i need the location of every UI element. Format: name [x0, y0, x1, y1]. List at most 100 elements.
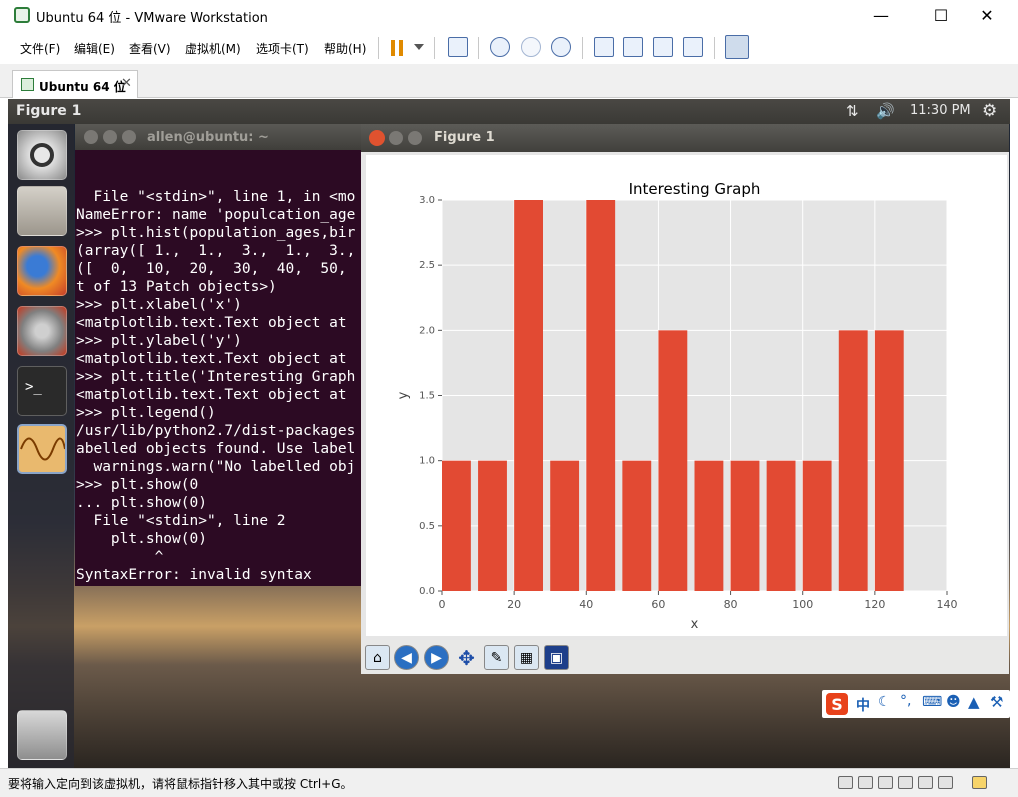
x-tick-label: 100: [792, 598, 813, 611]
terminal-line: >>> plt.show(0): [76, 584, 365, 586]
sound-card-icon[interactable]: [918, 776, 933, 789]
network-icon[interactable]: ⇅: [846, 102, 859, 120]
system-settings-icon[interactable]: [17, 306, 67, 356]
ubuntu-dash-icon[interactable]: [17, 130, 67, 180]
figure-toolbar: ⌂ ◀ ▶ ✥ ✎ ▦ ▣: [361, 640, 1009, 674]
snapshot-icon[interactable]: [490, 37, 510, 57]
back-icon[interactable]: ◀: [394, 645, 419, 670]
status-bar: 要将输入定向到该虚拟机，请将鼠标指针移入其中或按 Ctrl+G。: [0, 768, 1018, 797]
bar: [802, 460, 832, 591]
terminal-titlebar: allen@ubuntu: ~: [75, 124, 365, 150]
hard-disk-icon[interactable]: [838, 776, 853, 789]
minimize-button[interactable]: —: [858, 0, 904, 31]
terminal-line: File "<stdin>", line 2: [76, 513, 286, 529]
files-icon[interactable]: [17, 186, 67, 236]
firefox-icon[interactable]: [17, 246, 67, 296]
terminal-line: /usr/lib/python2.7/dist-packages: [76, 423, 356, 439]
x-tick-label: 140: [937, 598, 958, 611]
bar: [766, 460, 796, 591]
figure-window[interactable]: Figure 1 0 20 40 60 80 100 120 140 0.0 0.5 1.0 1.5 2…: [361, 124, 1009, 674]
vm-tab-bar: Ubuntu 64 位 ✕: [0, 64, 1018, 98]
wrench-icon[interactable]: ⚒: [990, 693, 1003, 711]
terminal-line: >>> plt.show(0: [76, 477, 199, 493]
cd-rom-icon[interactable]: [858, 776, 873, 789]
configure-subplots-icon[interactable]: ▦: [514, 645, 539, 670]
snapshot-manager-icon[interactable]: [551, 37, 571, 57]
terminal-line: abelled objects found. Use label: [76, 441, 356, 457]
gear-icon[interactable]: ⚙: [982, 101, 997, 121]
clock[interactable]: 11:30 PM: [910, 103, 971, 118]
skin-icon[interactable]: ▲: [968, 693, 980, 711]
toolbar-separator: [478, 37, 479, 59]
terminal-icon[interactable]: >_: [17, 366, 67, 416]
forward-icon[interactable]: ▶: [424, 645, 449, 670]
terminal-line: <matplotlib.text.Text object at: [76, 387, 356, 403]
save-icon[interactable]: ▣: [544, 645, 569, 670]
tab-close-icon[interactable]: ✕: [121, 76, 132, 91]
terminal-line: >>> plt.hist(population_ages,bir: [76, 225, 356, 241]
toolbar-separator: [378, 37, 379, 59]
vm-tab[interactable]: Ubuntu 64 位 ✕: [12, 70, 138, 98]
bar: [514, 200, 543, 591]
terminal-maximize-icon[interactable]: [122, 130, 136, 144]
figure-maximize-icon[interactable]: [408, 131, 422, 145]
terminal-close-icon[interactable]: [84, 130, 98, 144]
pan-icon[interactable]: ✥: [454, 645, 479, 670]
figure-titlebar: Figure 1: [361, 124, 1009, 152]
menu-file[interactable]: 文件(F): [20, 40, 60, 57]
close-button[interactable]: ✕: [964, 0, 1010, 31]
unity-launcher: >_: [8, 124, 74, 768]
x-tick-label: 0: [439, 598, 446, 611]
bar: [442, 460, 471, 591]
ime-toolbar: S 中 ☾ °, ⌨ ☻ ▲ ⚒: [822, 690, 1010, 718]
thumbnail-bar-icon[interactable]: [623, 37, 643, 57]
chevron-down-icon[interactable]: [414, 44, 424, 50]
terminal-line: ... plt.show(0): [76, 495, 207, 511]
menu-help[interactable]: 帮助(H): [324, 40, 366, 57]
keyboard-icon[interactable]: ⌨: [922, 694, 942, 710]
menu-vm[interactable]: 虚拟机(M): [185, 40, 241, 57]
menu-view[interactable]: 查看(V): [129, 40, 171, 57]
toolbar-separator: [434, 37, 435, 59]
terminal-line: plt.show(0): [76, 531, 207, 547]
display-icon[interactable]: [938, 776, 953, 789]
user-icon[interactable]: ☻: [946, 694, 961, 710]
ime-mode-label[interactable]: 中: [856, 695, 870, 715]
figure-minimize-icon[interactable]: [389, 131, 403, 145]
home-icon[interactable]: ⌂: [365, 645, 390, 670]
menu-edit[interactable]: 编辑(E): [74, 40, 115, 57]
figure-close-icon[interactable]: [369, 130, 385, 146]
pause-icon[interactable]: [391, 40, 403, 56]
bar: [658, 330, 688, 591]
sogou-logo-icon[interactable]: S: [826, 693, 848, 715]
bar: [838, 330, 868, 591]
send-ctrl-alt-del-icon[interactable]: [448, 37, 468, 57]
terminal-minimize-icon[interactable]: [103, 130, 117, 144]
unity-icon[interactable]: [683, 37, 703, 57]
show-library-icon[interactable]: [594, 37, 614, 57]
revert-snapshot-icon[interactable]: [521, 37, 541, 57]
volume-icon[interactable]: 🔊: [876, 102, 895, 120]
menu-tabs[interactable]: 选项卡(T): [256, 40, 309, 57]
y-tick-label: 2.5: [419, 260, 435, 271]
terminal-line: ^: [76, 549, 164, 565]
terminal-window[interactable]: allen@ubuntu: ~ File "<stdin>", line 1, …: [75, 124, 365, 586]
matplotlib-figure-icon[interactable]: [17, 424, 67, 474]
punctuation-icon[interactable]: °,: [900, 693, 911, 709]
terminal-line: warnings.warn("No labelled obj: [76, 459, 356, 475]
network-adapter-icon[interactable]: [878, 776, 893, 789]
moon-icon[interactable]: ☾: [878, 694, 891, 710]
fullscreen-icon[interactable]: [653, 37, 673, 57]
y-axis-label: y: [396, 391, 411, 399]
x-tick-label: 120: [864, 598, 885, 611]
y-tick-label: 0.0: [419, 586, 435, 597]
console-view-icon[interactable]: [725, 35, 749, 59]
terminal-line: <matplotlib.text.Text object at: [76, 351, 356, 367]
message-log-icon[interactable]: [972, 776, 987, 789]
printer-icon[interactable]: [898, 776, 913, 789]
figure-title: Figure 1: [434, 130, 495, 145]
trash-icon[interactable]: [17, 710, 67, 760]
terminal-line: File "<stdin>", line 1, in <mo: [76, 189, 356, 205]
zoom-rect-icon[interactable]: ✎: [484, 645, 509, 670]
maximize-button[interactable]: ☐: [918, 0, 964, 31]
